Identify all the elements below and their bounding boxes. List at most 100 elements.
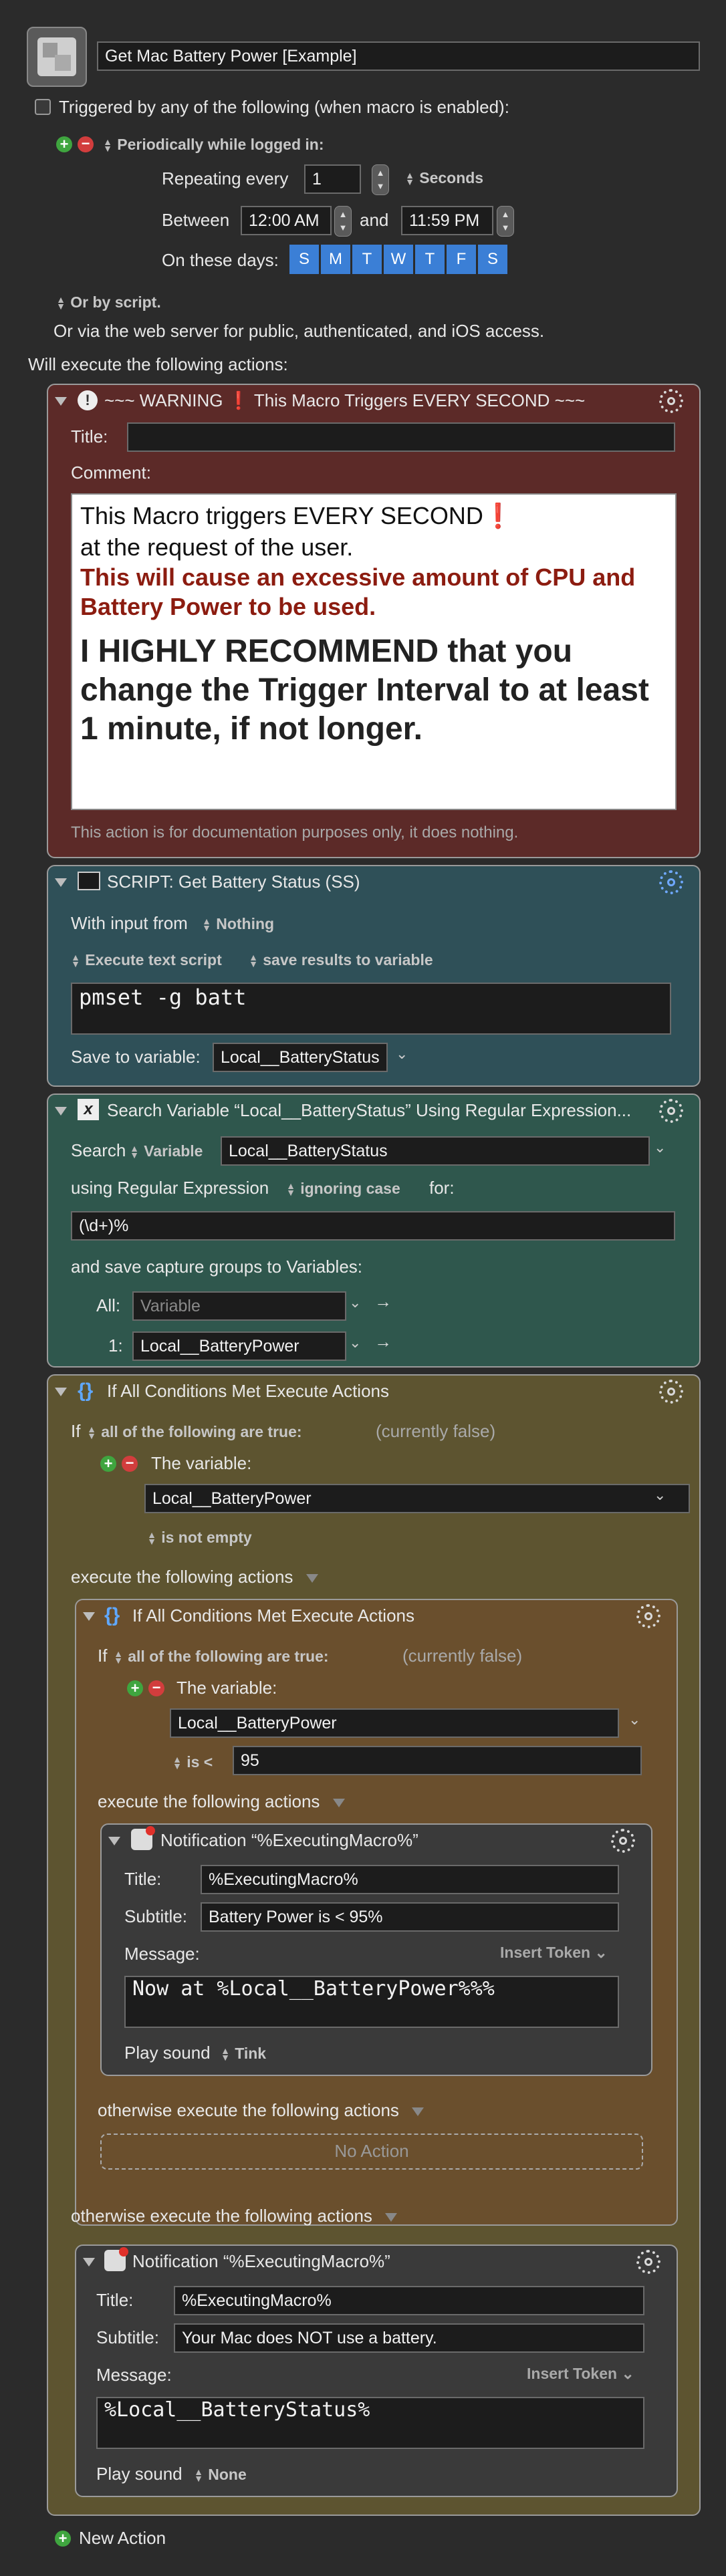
day-button[interactable]: F (447, 245, 476, 274)
conditions-popup[interactable]: ▲ ▼ all of the following are true: (114, 1646, 328, 1666)
save-to-label: Save to variable: (71, 1047, 201, 1067)
arrow-right-icon[interactable]: → (374, 1331, 392, 1352)
gear-icon[interactable] (636, 1604, 660, 1628)
unit-popup[interactable]: ▲ ▼ Seconds (405, 167, 483, 188)
sound-popup[interactable]: ▲ ▼ None (194, 2464, 247, 2484)
gear-icon[interactable] (636, 2250, 660, 2274)
notification-title-field[interactable]: %ExecutingMacro% (174, 2286, 644, 2315)
if1-title: If All Conditions Met Execute Actions (107, 1381, 389, 1401)
gear-icon[interactable] (659, 1380, 683, 1404)
start-time-stepper[interactable]: ▲ ▼ (334, 206, 352, 237)
insert-token-menu[interactable]: Insert Token ⌄ (500, 1944, 608, 1962)
or-by-script-popup[interactable]: ▲ ▼ Or by script. (56, 291, 161, 312)
chevron-down-icon[interactable]: ⌄ (349, 1294, 361, 1311)
warning-title-field[interactable] (127, 422, 675, 452)
comment-label: Comment: (71, 463, 151, 483)
input-popup[interactable]: ▲ ▼ Nothing (202, 913, 274, 934)
conditions-popup[interactable]: ▲ ▼ all of the following are true: (87, 1421, 301, 1442)
comment-line-2: at the request of the user. (80, 533, 354, 561)
condition-popup[interactable]: ▲ ▼ is not empty (147, 1527, 252, 1547)
add-condition-icon[interactable]: + (100, 1456, 116, 1472)
all-label: All: (96, 1295, 121, 1315)
results-popup[interactable]: ▲ ▼ save results to variable (249, 949, 433, 970)
regex-pattern-field[interactable]: (\d+)% (71, 1211, 675, 1241)
day-button[interactable]: T (415, 245, 445, 274)
chevron-down-icon[interactable]: ⌄ (654, 1487, 666, 1504)
disclosure-triangle-icon[interactable] (55, 1388, 67, 1396)
updown-icon: ▲ ▼ (87, 1424, 96, 1442)
no-action-dropzone[interactable]: No Action (100, 2134, 643, 2170)
terminal-icon (78, 872, 100, 890)
chevron-down-icon[interactable]: ⌄ (349, 1334, 361, 1351)
disclosure-triangle-icon[interactable] (55, 1107, 67, 1116)
triggered-checkbox[interactable] (35, 99, 51, 115)
updown-icon: ▲ ▼ (172, 1754, 182, 1772)
notification-subtitle-field[interactable]: Your Mac does NOT use a battery. (174, 2323, 644, 2353)
execute-type-popup[interactable]: ▲ ▼ Execute text script (71, 949, 222, 970)
comment-line-4: I HIGHLY RECOMMEND that you change the T… (80, 634, 649, 747)
gear-icon[interactable] (659, 870, 683, 894)
day-button[interactable]: S (478, 245, 507, 274)
gear-icon[interactable] (611, 1829, 635, 1853)
search-label: Search (71, 1140, 126, 1160)
notification-title-field[interactable]: %ExecutingMacro% (201, 1865, 619, 1894)
start-time-field[interactable]: 12:00 AM (241, 206, 332, 235)
search-variable-field[interactable]: Local__BatteryStatus (221, 1136, 650, 1166)
group-one-field[interactable]: Local__BatteryPower (132, 1331, 346, 1361)
disclosure-triangle-icon[interactable] (83, 1612, 95, 1621)
subtitle-label: Subtitle: (124, 1906, 187, 1926)
notification-message-field[interactable]: %Local__BatteryStatus% (96, 2397, 644, 2449)
day-button[interactable]: S (289, 245, 319, 274)
condition-value-field[interactable]: 95 (233, 1746, 642, 1775)
all-variable-field[interactable]: Variable (132, 1291, 346, 1321)
updown-icon: ▲ ▼ (71, 952, 80, 970)
script-code-field[interactable]: pmset -g batt (71, 983, 671, 1035)
day-button[interactable]: W (384, 245, 413, 274)
chevron-down-icon: ⌄ (594, 1944, 608, 1961)
warning-footer: This action is for documentation purpose… (71, 823, 519, 842)
new-action-button[interactable]: New Action (79, 2528, 166, 2549)
end-time-field[interactable]: 11:59 PM (401, 206, 493, 235)
operator-popup[interactable]: ▲ ▼ is < (172, 1751, 213, 1772)
repeating-stepper[interactable]: ▲ ▼ (372, 164, 389, 195)
disclosure-triangle-icon[interactable] (55, 397, 67, 406)
search-type-popup[interactable]: ▲ ▼ Variable (130, 1140, 203, 1161)
remove-condition-icon[interactable]: − (122, 1456, 138, 1472)
chevron-down-icon[interactable]: ⌄ (396, 1045, 408, 1063)
macro-name-field[interactable]: Get Mac Battery Power [Example] (97, 41, 700, 71)
insert-token-menu[interactable]: Insert Token ⌄ (527, 2365, 634, 2383)
comment-field[interactable]: This Macro triggers EVERY SECOND❗ at the… (71, 493, 677, 810)
notification-action-1: Notification “%ExecutingMacro%” Title: %… (100, 1823, 652, 2076)
arrow-right-icon[interactable]: → (374, 1291, 392, 1312)
save-variable-field[interactable]: Local__BatteryStatus (213, 1043, 388, 1072)
regex-title: Search Variable “Local__BatteryStatus” U… (107, 1100, 632, 1120)
sound-popup[interactable]: ▲ ▼ Tink (221, 2043, 266, 2063)
notification-message-field[interactable]: Now at %Local__BatteryPower%%% (124, 1976, 619, 2028)
day-button[interactable]: T (352, 245, 382, 274)
macro-icon[interactable] (27, 27, 87, 87)
add-trigger-icon[interactable]: + (56, 136, 72, 152)
remove-condition-icon[interactable]: − (148, 1680, 164, 1696)
gear-icon[interactable] (659, 1099, 683, 1123)
trigger-type-popup[interactable]: ▲ ▼ Periodically while logged in: (103, 134, 324, 154)
disclosure-triangle-icon[interactable] (55, 878, 67, 887)
condition-variable-field[interactable]: Local__BatteryPower (144, 1484, 690, 1513)
case-popup[interactable]: ▲ ▼ ignoring case (286, 1178, 400, 1198)
chevron-down-icon[interactable]: ⌄ (654, 1139, 666, 1156)
day-button[interactable]: M (321, 245, 350, 274)
notification-subtitle-field[interactable]: Battery Power is < 95% (201, 1902, 619, 1932)
condition-variable-field[interactable]: Local__BatteryPower (170, 1708, 619, 1738)
between-label: Between (162, 210, 230, 230)
title-label: Title: (96, 2290, 134, 2310)
add-condition-icon[interactable]: + (127, 1680, 143, 1696)
chevron-down-icon[interactable]: ⌄ (628, 1711, 640, 1728)
repeating-value-field[interactable]: 1 (304, 164, 361, 194)
gear-icon[interactable] (659, 389, 683, 413)
end-time-stepper[interactable]: ▲ ▼ (497, 206, 514, 237)
new-action-icon[interactable]: + (55, 2531, 71, 2547)
if2-title: If All Conditions Met Execute Actions (132, 1605, 414, 1626)
disclosure-triangle-icon[interactable] (108, 1837, 120, 1845)
chevron-down-icon: ⌄ (621, 2365, 634, 2382)
remove-trigger-icon[interactable]: − (78, 136, 94, 152)
disclosure-triangle-icon[interactable] (83, 2258, 95, 2267)
